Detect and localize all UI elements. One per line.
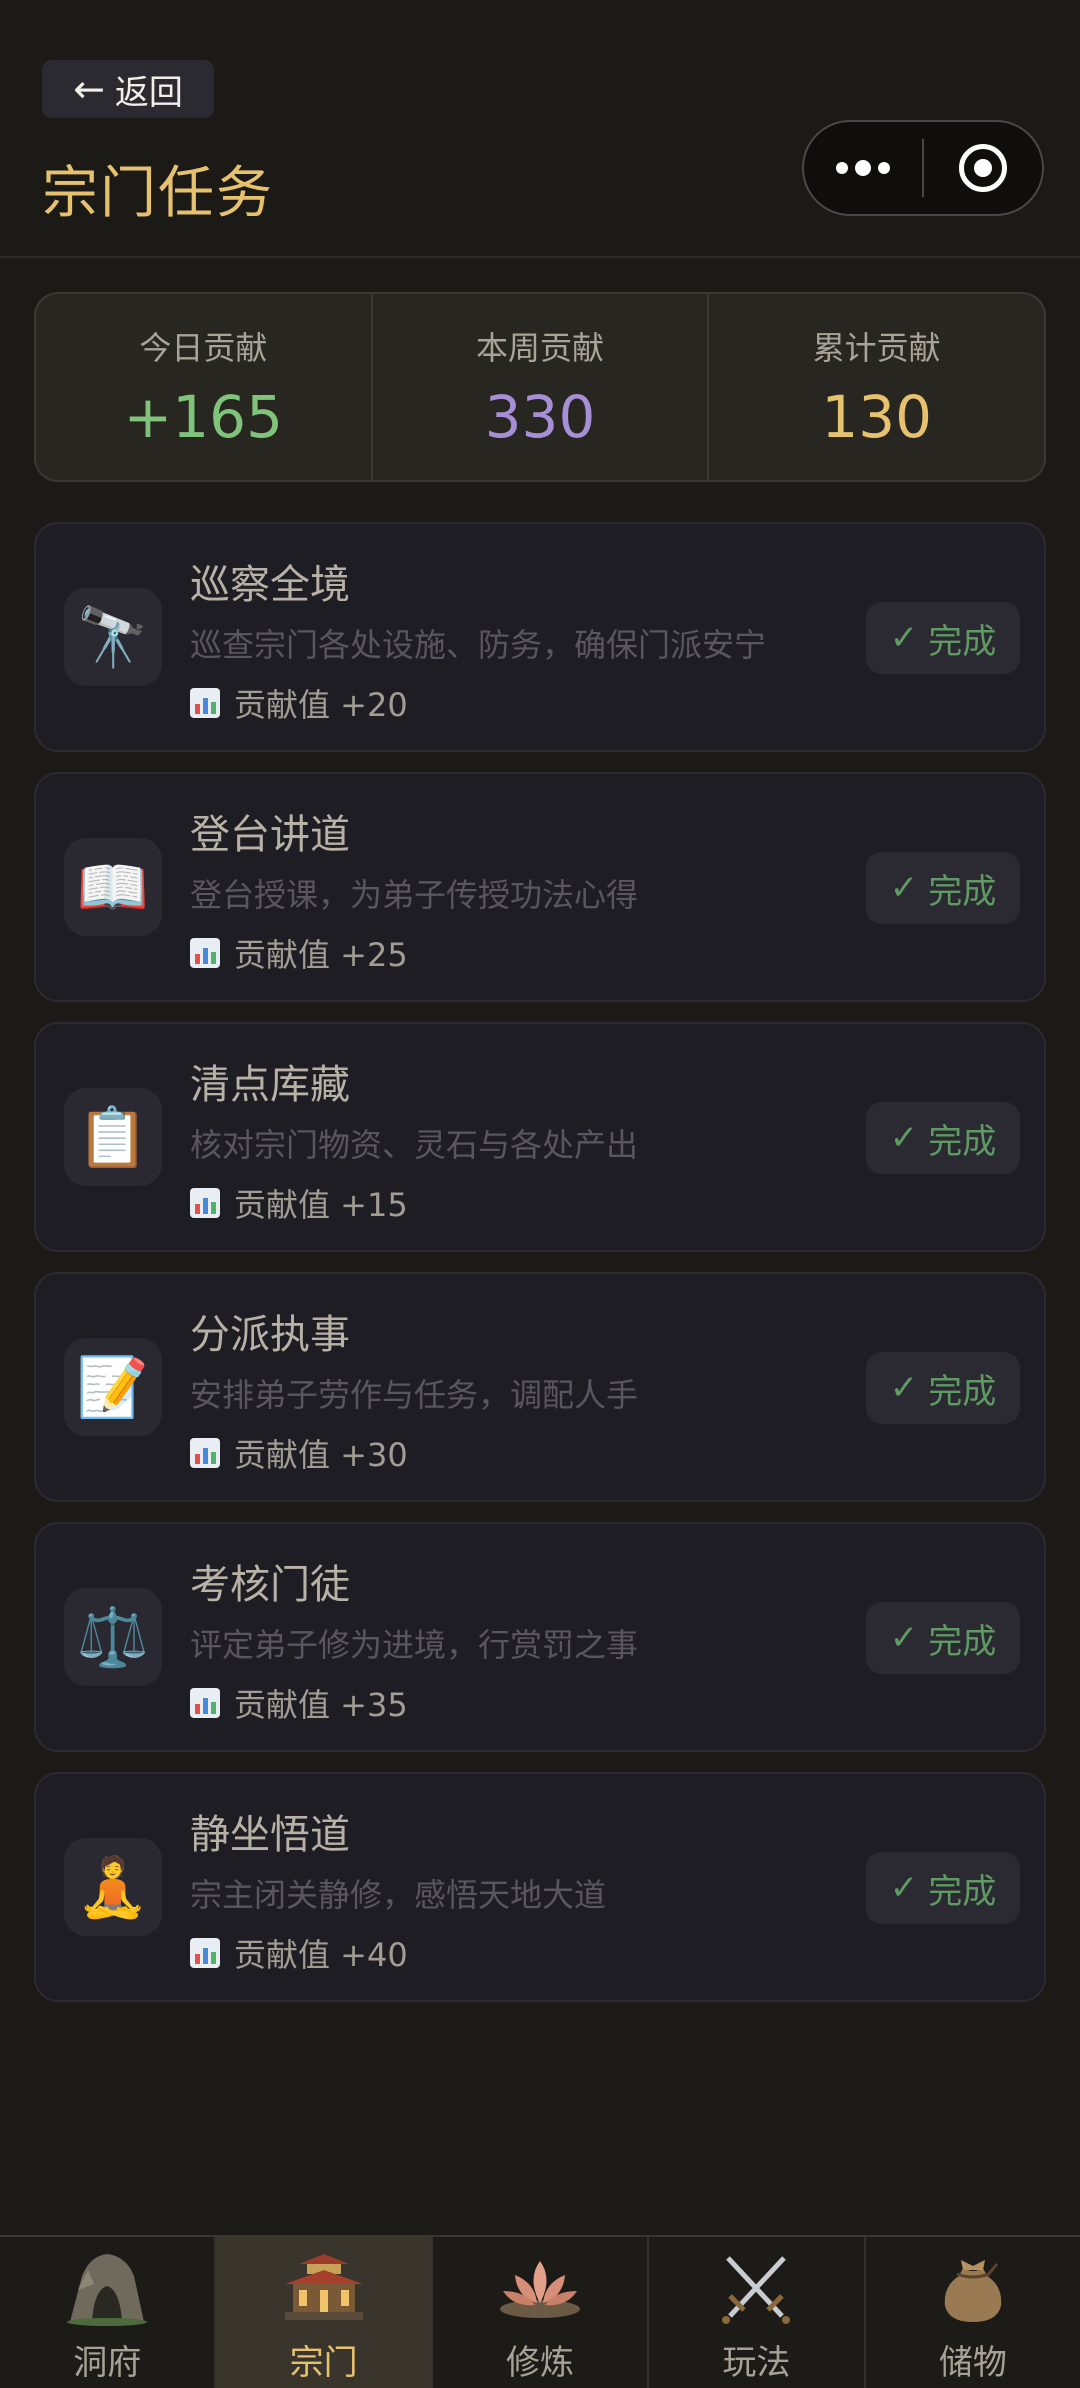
task-card: 📖 登台讲道 登台授课，为弟子传授功法心得 贡献值 +25 ✓ 完成 [34,772,1046,1002]
lotus-icon [494,2247,586,2329]
bar-chart-icon [190,1188,220,1218]
reward-text: 贡献值 +25 [234,936,408,974]
task-reward: 贡献值 +15 [190,1180,408,1226]
stat-today: 今日贡献 +165 [36,294,373,480]
check-icon: ✓ [889,868,919,908]
tab-label: 玩法 [722,2343,791,2383]
bar-chart-icon [190,1438,220,1468]
task-name: 登台讲道 [190,812,350,858]
clipboard-icon: 📋 [64,1088,162,1186]
tab-label: 修炼 [506,2343,575,2383]
bar-chart-icon [190,688,220,718]
back-button[interactable]: ← 返回 [42,60,214,118]
complete-button[interactable]: ✓ 完成 [866,1102,1020,1174]
pouch-icon [927,2247,1019,2329]
tab-label: 洞府 [73,2343,142,2383]
complete-button[interactable]: ✓ 完成 [866,1852,1020,1924]
task-card: 🧘 静坐悟道 宗主闭关静修，感悟天地大道 贡献值 +40 ✓ 完成 [34,1772,1046,2002]
bar-chart-icon [190,1688,220,1718]
check-icon: ✓ [889,1118,919,1158]
task-name: 清点库藏 [190,1062,350,1108]
task-name: 静坐悟道 [190,1812,350,1858]
miniprogram-capsule [802,120,1044,216]
stat-label: 本周贡献 [476,329,605,367]
task-reward: 贡献值 +35 [190,1680,408,1726]
task-reward: 贡献值 +25 [190,930,408,976]
task-list: 🔭 巡察全境 巡查宗门各处设施、防务，确保门派安宁 贡献值 +20 ✓ 完成 📖 … [34,522,1046,2022]
task-card: 📝 分派执事 安排弟子劳作与任务，调配人手 贡献值 +30 ✓ 完成 [34,1272,1046,1502]
task-name: 考核门徒 [190,1562,350,1608]
close-miniprogram-icon[interactable] [924,144,1042,192]
complete-button[interactable]: ✓ 完成 [866,1602,1020,1674]
task-description: 巡查宗门各处设施、防务，确保门派安宁 [190,626,767,664]
reward-text: 贡献值 +40 [234,1936,408,1974]
stat-value: 330 [484,383,596,451]
task-name: 分派执事 [190,1312,350,1358]
complete-label: 完成 [928,1371,997,1412]
task-description: 评定弟子修为进境，行赏罚之事 [190,1626,639,1664]
stat-label: 累计贡献 [812,329,941,367]
memo-icon: 📝 [64,1338,162,1436]
tab-storage[interactable]: 储物 [866,2237,1080,2388]
task-card: 📋 清点库藏 核对宗门物资、灵石与各处产出 贡献值 +15 ✓ 完成 [34,1022,1046,1252]
tab-cave[interactable]: 洞府 [0,2237,217,2388]
task-card: ⚖️ 考核门徒 评定弟子修为进境，行赏罚之事 贡献值 +35 ✓ 完成 [34,1522,1046,1752]
complete-button[interactable]: ✓ 完成 [866,1352,1020,1424]
task-description: 宗主闭关静修，感悟天地大道 [190,1876,607,1914]
reward-text: 贡献值 +15 [234,1186,408,1224]
cave-icon [61,2247,153,2329]
reward-text: 贡献值 +35 [234,1686,408,1724]
header: ← 返回 宗门任务 [0,0,1080,258]
check-icon: ✓ [889,1868,919,1908]
complete-label: 完成 [928,1121,997,1162]
more-menu-icon[interactable] [804,160,922,176]
complete-label: 完成 [928,1871,997,1912]
tab-cultivate[interactable]: 修炼 [433,2237,650,2388]
check-icon: ✓ [889,1618,919,1658]
complete-label: 完成 [928,1621,997,1662]
complete-label: 完成 [928,621,997,662]
contribution-stats: 今日贡献 +165 本周贡献 330 累计贡献 130 [34,292,1046,482]
task-description: 核对宗门物资、灵石与各处产出 [190,1126,639,1164]
tab-gameplay[interactable]: 玩法 [649,2237,866,2388]
temple-icon [278,2247,370,2329]
complete-label: 完成 [928,871,997,912]
complete-button[interactable]: ✓ 完成 [866,602,1020,674]
scales-icon: ⚖️ [64,1588,162,1686]
task-reward: 贡献值 +20 [190,680,408,726]
check-icon: ✓ [889,1368,919,1408]
reward-text: 贡献值 +30 [234,1436,408,1474]
tab-label: 储物 [938,2343,1007,2383]
task-card: 🔭 巡察全境 巡查宗门各处设施、防务，确保门派安宁 贡献值 +20 ✓ 完成 [34,522,1046,752]
task-reward: 贡献值 +30 [190,1430,408,1476]
bar-chart-icon [190,1938,220,1968]
book-icon: 📖 [64,838,162,936]
back-arrow-icon: ← [73,67,105,111]
telescope-icon: 🔭 [64,588,162,686]
stat-value: 130 [821,383,933,451]
stat-label: 今日贡献 [139,329,268,367]
task-description: 登台授课，为弟子传授功法心得 [190,876,639,914]
check-icon: ✓ [889,618,919,658]
task-description: 安排弟子劳作与任务，调配人手 [190,1376,639,1414]
bar-chart-icon [190,938,220,968]
task-reward: 贡献值 +40 [190,1930,408,1976]
tab-sect[interactable]: 宗门 [216,2237,433,2388]
stat-week: 本周贡献 330 [373,294,710,480]
complete-button[interactable]: ✓ 完成 [866,852,1020,924]
reward-text: 贡献值 +20 [234,686,408,724]
crossed-swords-icon [710,2247,802,2329]
back-label: 返回 [114,72,183,113]
stat-total: 累计贡献 130 [709,294,1044,480]
bottom-tab-bar: 洞府 宗门 修炼 玩法 储物 [0,2235,1080,2388]
task-name: 巡察全境 [190,562,350,608]
page-title: 宗门任务 [42,161,274,226]
stat-value: +165 [123,383,283,451]
meditation-icon: 🧘 [64,1838,162,1936]
tab-label: 宗门 [289,2343,358,2383]
